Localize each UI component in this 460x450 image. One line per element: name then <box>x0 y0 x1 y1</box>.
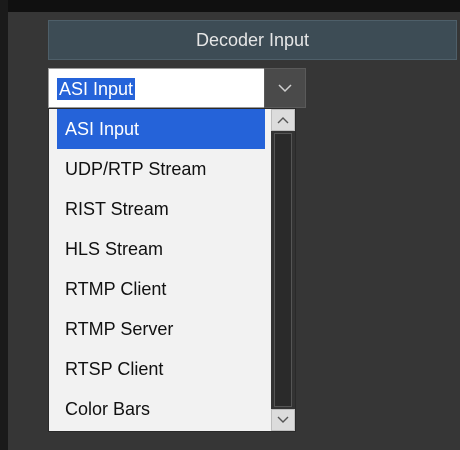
dropdown-option-asi-input[interactable]: ASI Input <box>57 109 265 149</box>
dropdown-scrollbar[interactable] <box>271 109 295 431</box>
dropdown-toggle-button[interactable] <box>264 68 306 108</box>
dropdown-option-color-bars[interactable]: Color Bars <box>57 389 265 429</box>
section-header: Decoder Input <box>48 20 457 60</box>
chevron-up-icon <box>277 117 289 124</box>
scroll-up-button[interactable] <box>271 109 295 131</box>
dropdown-option-rtsp-client[interactable]: RTSP Client <box>57 349 265 389</box>
dropdown-option-rtmp-client[interactable]: RTMP Client <box>57 269 265 309</box>
chevron-down-icon <box>277 416 289 423</box>
selected-value: ASI Input <box>57 78 136 100</box>
scroll-down-button[interactable] <box>271 409 295 431</box>
top-strip <box>8 0 460 12</box>
dropdown-option-hls-stream[interactable]: HLS Stream <box>57 229 265 269</box>
dropdown-option-rist-stream[interactable]: RIST Stream <box>57 189 265 229</box>
scroll-thumb[interactable] <box>274 133 292 407</box>
dropdown-list: ASI Input UDP/RTP Stream RIST Stream HLS… <box>48 108 296 432</box>
scroll-track[interactable] <box>271 131 295 409</box>
decoder-input-select[interactable]: ASI Input <box>48 68 296 108</box>
chevron-down-icon <box>278 84 292 93</box>
dropdown-option-rtmp-server[interactable]: RTMP Server <box>57 309 265 349</box>
decoder-panel: Decoder Input ASI Input ASI Input UDP/RT… <box>8 0 460 450</box>
dropdown-option-udp-rtp-stream[interactable]: UDP/RTP Stream <box>57 149 265 189</box>
